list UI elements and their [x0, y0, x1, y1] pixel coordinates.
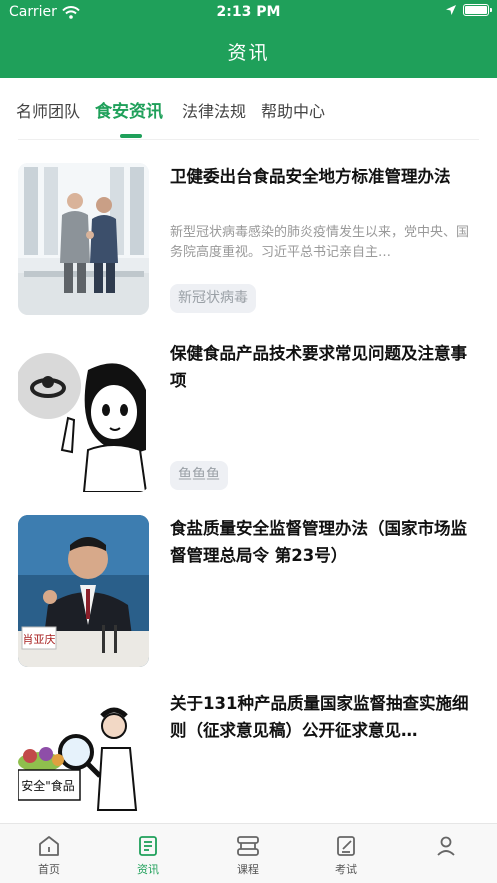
bottom-tab-bar: 首页 资讯 课程 考试 [0, 823, 497, 883]
news-icon [139, 836, 157, 856]
news-title: 保健食品产品技术要求常见问题及注意事项 [170, 344, 467, 390]
news-item[interactable]: 卫健委出台食品安全地方标准管理办法 新型冠状病毒感染的肺炎疫情发生以来，党中央、… [18, 163, 480, 318]
news-item[interactable]: 安全"食品 关于131种产品质量国家监督抽查实施细则（征求意见稿）公开征求意见… [18, 690, 480, 845]
status-time: 2:13 PM [216, 4, 281, 20]
tab-teachers[interactable]: 名师团队 [16, 98, 80, 122]
profile-icon [437, 836, 455, 856]
tabbar-label: 课程 [237, 863, 259, 876]
news-item[interactable]: 保健食品产品技术要求常见问题及注意事项 鱼鱼鱼 [18, 340, 480, 495]
active-tab-indicator [120, 134, 142, 138]
news-thumbnail-handshake [18, 163, 149, 315]
nameplate-text: 肖亚庆 [23, 632, 56, 646]
news-title: 食盐质量安全监督管理办法（国家市场监督管理总局令 第23号） [170, 519, 467, 565]
tabbar-profile[interactable] [416, 834, 476, 861]
app-header: Carrier 2:13 PM 资讯 [0, 0, 497, 78]
news-thumbnail-food-inspection: 安全"食品 [18, 690, 149, 842]
news-title: 卫健委出台食品安全地方标准管理办法 [170, 167, 451, 186]
news-title: 关于131种产品质量国家监督抽查实施细则（征求意见稿）公开征求意见… [170, 694, 469, 740]
category-tabs: 名师团队 食安资讯 法律法规 帮助中心 [0, 78, 497, 140]
status-bar: Carrier 2:13 PM [0, 0, 497, 26]
news-tag: 新冠状病毒 [170, 284, 256, 313]
news-thumbnail-press-conference: 肖亚庆 [18, 515, 149, 667]
news-item[interactable]: 肖亚庆 食盐质量安全监督管理办法（国家市场监督管理总局令 第23号） [18, 515, 480, 670]
tab-laws-regulations[interactable]: 法律法规 [182, 98, 246, 122]
tabbar-course[interactable]: 课程 [218, 834, 278, 877]
tabbar-home[interactable]: 首页 [19, 834, 79, 877]
exam-icon [337, 836, 355, 856]
page-title: 资讯 [227, 42, 270, 64]
battery-icon [463, 4, 492, 16]
basket-label-text: 安全"食品 [21, 778, 75, 793]
news-tag: 鱼鱼鱼 [170, 461, 228, 490]
location-arrow-icon [446, 5, 456, 15]
tab-help-center[interactable]: 帮助中心 [261, 98, 325, 122]
tab-divider [18, 139, 479, 140]
tabbar-label: 考试 [335, 863, 357, 876]
tabbar-label: 资讯 [137, 863, 159, 876]
news-thumbnail-cartoon-girl [18, 340, 149, 492]
course-icon [237, 836, 259, 856]
tabbar-exam[interactable]: 考试 [316, 834, 376, 877]
status-right [445, 4, 492, 16]
tabbar-label: 首页 [38, 863, 60, 876]
tabbar-news[interactable]: 资讯 [118, 834, 178, 877]
tab-food-safety-news[interactable]: 食安资讯 [95, 97, 163, 122]
news-summary: 新型冠状病毒感染的肺炎疫情发生以来，党中央、国务院高度重视。习近平总书记亲自主… [170, 225, 470, 260]
home-icon [39, 836, 59, 856]
